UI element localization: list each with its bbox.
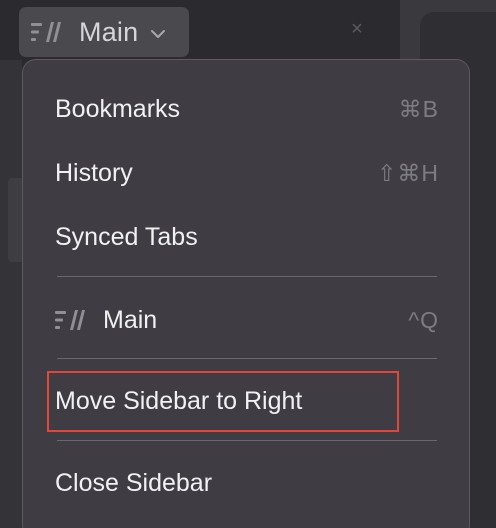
sidebar-stripes-icon xyxy=(31,22,61,42)
menu-item-label: Close Sidebar xyxy=(55,468,213,497)
sidebar-menu: Bookmarks ⌘B History ⇧⌘H Synced Tabs Mai… xyxy=(22,59,470,528)
menu-item-label: Bookmarks xyxy=(55,94,181,123)
chevron-down-icon xyxy=(151,29,166,38)
menu-item-history[interactable]: History ⇧⌘H xyxy=(55,153,439,193)
menu-item-shortcut: ⌘B xyxy=(398,95,439,122)
background-sidebar-edge xyxy=(0,60,22,528)
menu-item-main[interactable]: Main ^Q xyxy=(55,300,439,340)
menu-item-label: History xyxy=(55,158,133,187)
sidebar-stripes-icon xyxy=(55,310,85,330)
menu-separator xyxy=(57,276,437,277)
annotation-highlight-box xyxy=(47,371,399,432)
menu-item-close-sidebar[interactable]: Close Sidebar xyxy=(55,463,439,503)
menu-item-label: Main xyxy=(103,305,158,334)
menu-item-shortcut: ⇧⌘H xyxy=(377,159,439,186)
background-sidebar-block xyxy=(8,178,22,262)
sidebar-switcher-label: Main xyxy=(79,16,139,47)
menu-separator xyxy=(57,358,437,359)
close-icon[interactable]: × xyxy=(348,19,366,39)
menu-item-bookmarks[interactable]: Bookmarks ⌘B xyxy=(55,89,439,129)
menu-item-synced-tabs[interactable]: Synced Tabs xyxy=(55,217,439,257)
menu-item-label: Synced Tabs xyxy=(55,222,198,251)
menu-separator xyxy=(57,440,437,441)
sidebar-switcher-button[interactable]: Main xyxy=(19,7,189,57)
menu-item-shortcut: ^Q xyxy=(408,306,439,333)
